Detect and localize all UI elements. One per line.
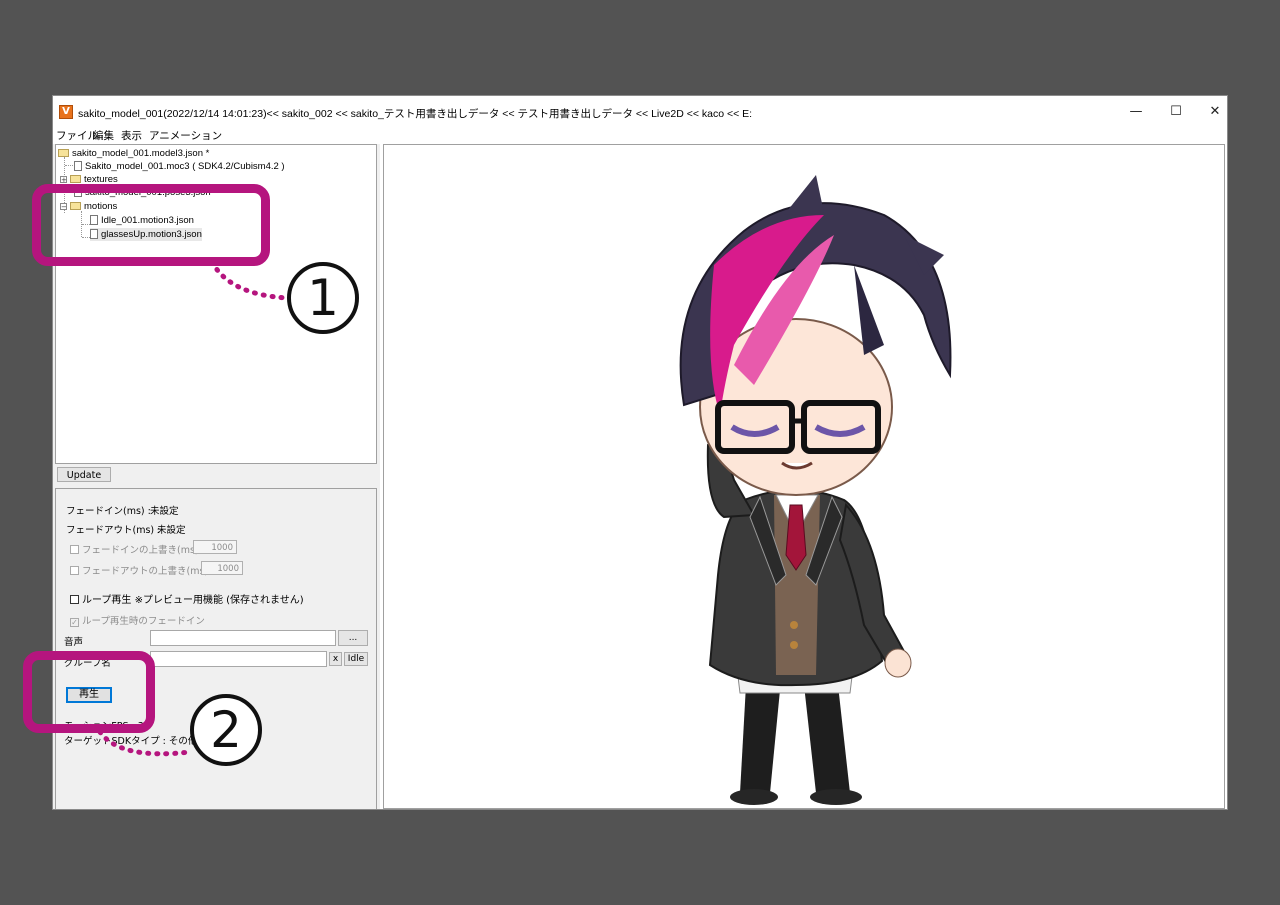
checkbox-icon: [70, 595, 79, 604]
override-fade-out-checkbox[interactable]: フェードアウトの上書き(ms): [70, 563, 208, 577]
menu-animation[interactable]: アニメーション: [149, 128, 222, 143]
app-icon: V: [59, 105, 73, 119]
tree-item-moc[interactable]: Sakito_model_001.moc3 ( SDK4.2/Cubism4.2…: [74, 160, 285, 173]
fade-out-value: 未設定: [157, 525, 186, 536]
minimize-button[interactable]: —: [1121, 102, 1151, 122]
character-model-illustration: [679, 175, 952, 805]
menu-view[interactable]: 表示: [121, 128, 142, 143]
menu-bar: ファイル 編集 表示 アニメーション: [53, 126, 1227, 143]
override-fade-in-checkbox[interactable]: フェードインの上書き(ms): [70, 542, 199, 556]
checkmark-icon: ✓: [70, 618, 79, 627]
annotation-number-1: 1: [287, 262, 359, 334]
audio-input[interactable]: [150, 630, 336, 646]
title-bar: V sakito_model_001(2022/12/14 14:01:23)<…: [53, 96, 1227, 128]
group-input[interactable]: [150, 651, 327, 667]
annotation-number-2: 2: [190, 694, 262, 766]
annotation-dotted-line-2: [97, 729, 193, 757]
annotation-dotted-line-1: [209, 259, 291, 301]
window-title: sakito_model_001(2022/12/14 14:01:23)<< …: [78, 108, 753, 120]
clear-group-button[interactable]: x: [329, 652, 342, 666]
file-icon: [74, 161, 82, 172]
close-button[interactable]: ✕: [1200, 102, 1227, 122]
audio-label: 音声: [64, 637, 84, 648]
menu-edit[interactable]: 編集: [93, 128, 114, 143]
folder-icon: [58, 149, 69, 158]
folder-icon: [70, 175, 81, 184]
menu-file[interactable]: ファイル: [56, 128, 98, 143]
fade-in-value: 未設定: [150, 506, 179, 517]
maximize-button[interactable]: ☐: [1161, 102, 1191, 122]
loop-fade-in-checkbox[interactable]: ✓ ループ再生時のフェードイン: [70, 613, 205, 627]
expand-icon[interactable]: +: [60, 176, 67, 184]
annotation-box-2: [23, 651, 155, 733]
update-button[interactable]: Update: [57, 467, 111, 482]
loop-play-checkbox[interactable]: ループ再生 ※プレビュー用機能 (保存されません): [70, 591, 304, 606]
idle-group-button[interactable]: Idle: [344, 652, 368, 666]
audio-browse-button[interactable]: ...: [338, 630, 368, 646]
fade-in-label: フェードイン(ms) :: [66, 506, 151, 517]
tree-item-model[interactable]: sakito_model_001.model3.json *: [58, 147, 209, 160]
checkbox-icon: [70, 545, 79, 554]
override-fade-in-input[interactable]: 1000: [193, 540, 237, 554]
fade-out-label: フェードアウト(ms) :: [66, 525, 161, 536]
checkbox-icon: [70, 566, 79, 575]
override-fade-out-input[interactable]: 1000: [201, 561, 243, 575]
model-viewport[interactable]: [383, 144, 1225, 809]
